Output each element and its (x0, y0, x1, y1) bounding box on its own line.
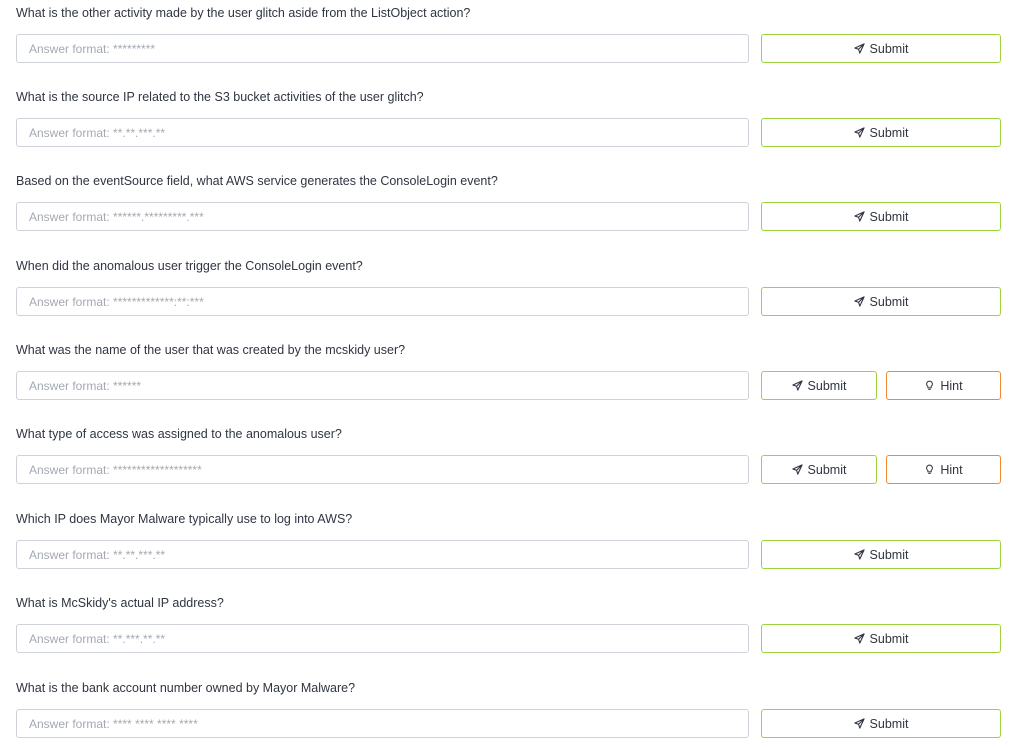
answer-row: Submit (16, 118, 1001, 148)
answer-input[interactable] (16, 287, 749, 316)
answer-input[interactable] (16, 34, 749, 63)
submit-label: Submit (807, 462, 847, 477)
question-text: What type of access was assigned to the … (16, 427, 342, 441)
question-text: Based on the eventSource field, what AWS… (16, 174, 498, 188)
answer-input[interactable] (16, 540, 749, 569)
question-block: Which IP does Mayor Malware typically us… (16, 511, 1001, 569)
submit-button[interactable]: Submit (761, 287, 1001, 316)
question-block: What type of access was assigned to the … (16, 426, 1001, 484)
submit-button[interactable]: Submit (761, 455, 877, 484)
answer-row: Submit (16, 34, 1001, 64)
paper-plane-icon (853, 633, 865, 644)
submit-button[interactable]: Submit (761, 709, 1001, 738)
hint-button[interactable]: Hint (886, 455, 1001, 484)
answer-row: Submit Hint (16, 371, 1001, 401)
submit-label: Submit (869, 41, 909, 56)
submit-button[interactable]: Submit (761, 202, 1001, 231)
paper-plane-icon (853, 43, 865, 54)
answer-input[interactable] (16, 709, 749, 738)
submit-button[interactable]: Submit (761, 371, 877, 400)
submit-label: Submit (869, 631, 909, 646)
answer-row: Submit (16, 202, 1001, 232)
paper-plane-icon (853, 296, 865, 307)
question-text: What is McSkidy's actual IP address? (16, 596, 224, 610)
answer-input[interactable] (16, 118, 749, 147)
submit-label: Submit (869, 294, 909, 309)
hint-button[interactable]: Hint (886, 371, 1001, 400)
submit-label: Submit (869, 547, 909, 562)
questions-panel: What is the other activity made by the u… (0, 0, 1028, 747)
answer-row: Submit (16, 287, 1001, 317)
question-text: When did the anomalous user trigger the … (16, 259, 363, 273)
question-text: What is the other activity made by the u… (16, 6, 471, 20)
submit-button[interactable]: Submit (761, 624, 1001, 653)
paper-plane-icon (791, 464, 803, 475)
submit-button[interactable]: Submit (761, 540, 1001, 569)
answer-row: Submit (16, 540, 1001, 570)
paper-plane-icon (853, 718, 865, 729)
submit-label: Submit (869, 209, 909, 224)
question-block: What is the other activity made by the u… (16, 5, 1001, 63)
lightbulb-icon (924, 380, 935, 391)
question-text: Which IP does Mayor Malware typically us… (16, 512, 353, 526)
hint-label: Hint (940, 378, 963, 393)
question-block: What is the source IP related to the S3 … (16, 89, 1001, 147)
hint-label: Hint (940, 462, 963, 477)
answer-input[interactable] (16, 371, 749, 400)
answer-row: Submit (16, 624, 1001, 654)
answer-row: Submit Hint (16, 455, 1001, 485)
question-block: What is the bank account number owned by… (16, 680, 1001, 738)
submit-button[interactable]: Submit (761, 34, 1001, 63)
question-block: Based on the eventSource field, what AWS… (16, 173, 1001, 231)
submit-label: Submit (807, 378, 847, 393)
submit-label: Submit (869, 716, 909, 731)
submit-label: Submit (869, 125, 909, 140)
answer-input[interactable] (16, 202, 749, 231)
question-block: What was the name of the user that was c… (16, 342, 1001, 400)
question-block: What is McSkidy's actual IP address? Sub… (16, 595, 1001, 653)
question-text: What is the bank account number owned by… (16, 681, 356, 695)
question-text: What was the name of the user that was c… (16, 343, 406, 357)
answer-row: Submit (16, 709, 1001, 739)
paper-plane-icon (853, 211, 865, 222)
paper-plane-icon (853, 549, 865, 560)
paper-plane-icon (853, 127, 865, 138)
lightbulb-icon (924, 464, 935, 475)
paper-plane-icon (791, 380, 803, 391)
question-text: What is the source IP related to the S3 … (16, 90, 424, 104)
submit-button[interactable]: Submit (761, 118, 1001, 147)
answer-input[interactable] (16, 624, 749, 653)
answer-input[interactable] (16, 455, 749, 484)
question-block: When did the anomalous user trigger the … (16, 258, 1001, 316)
